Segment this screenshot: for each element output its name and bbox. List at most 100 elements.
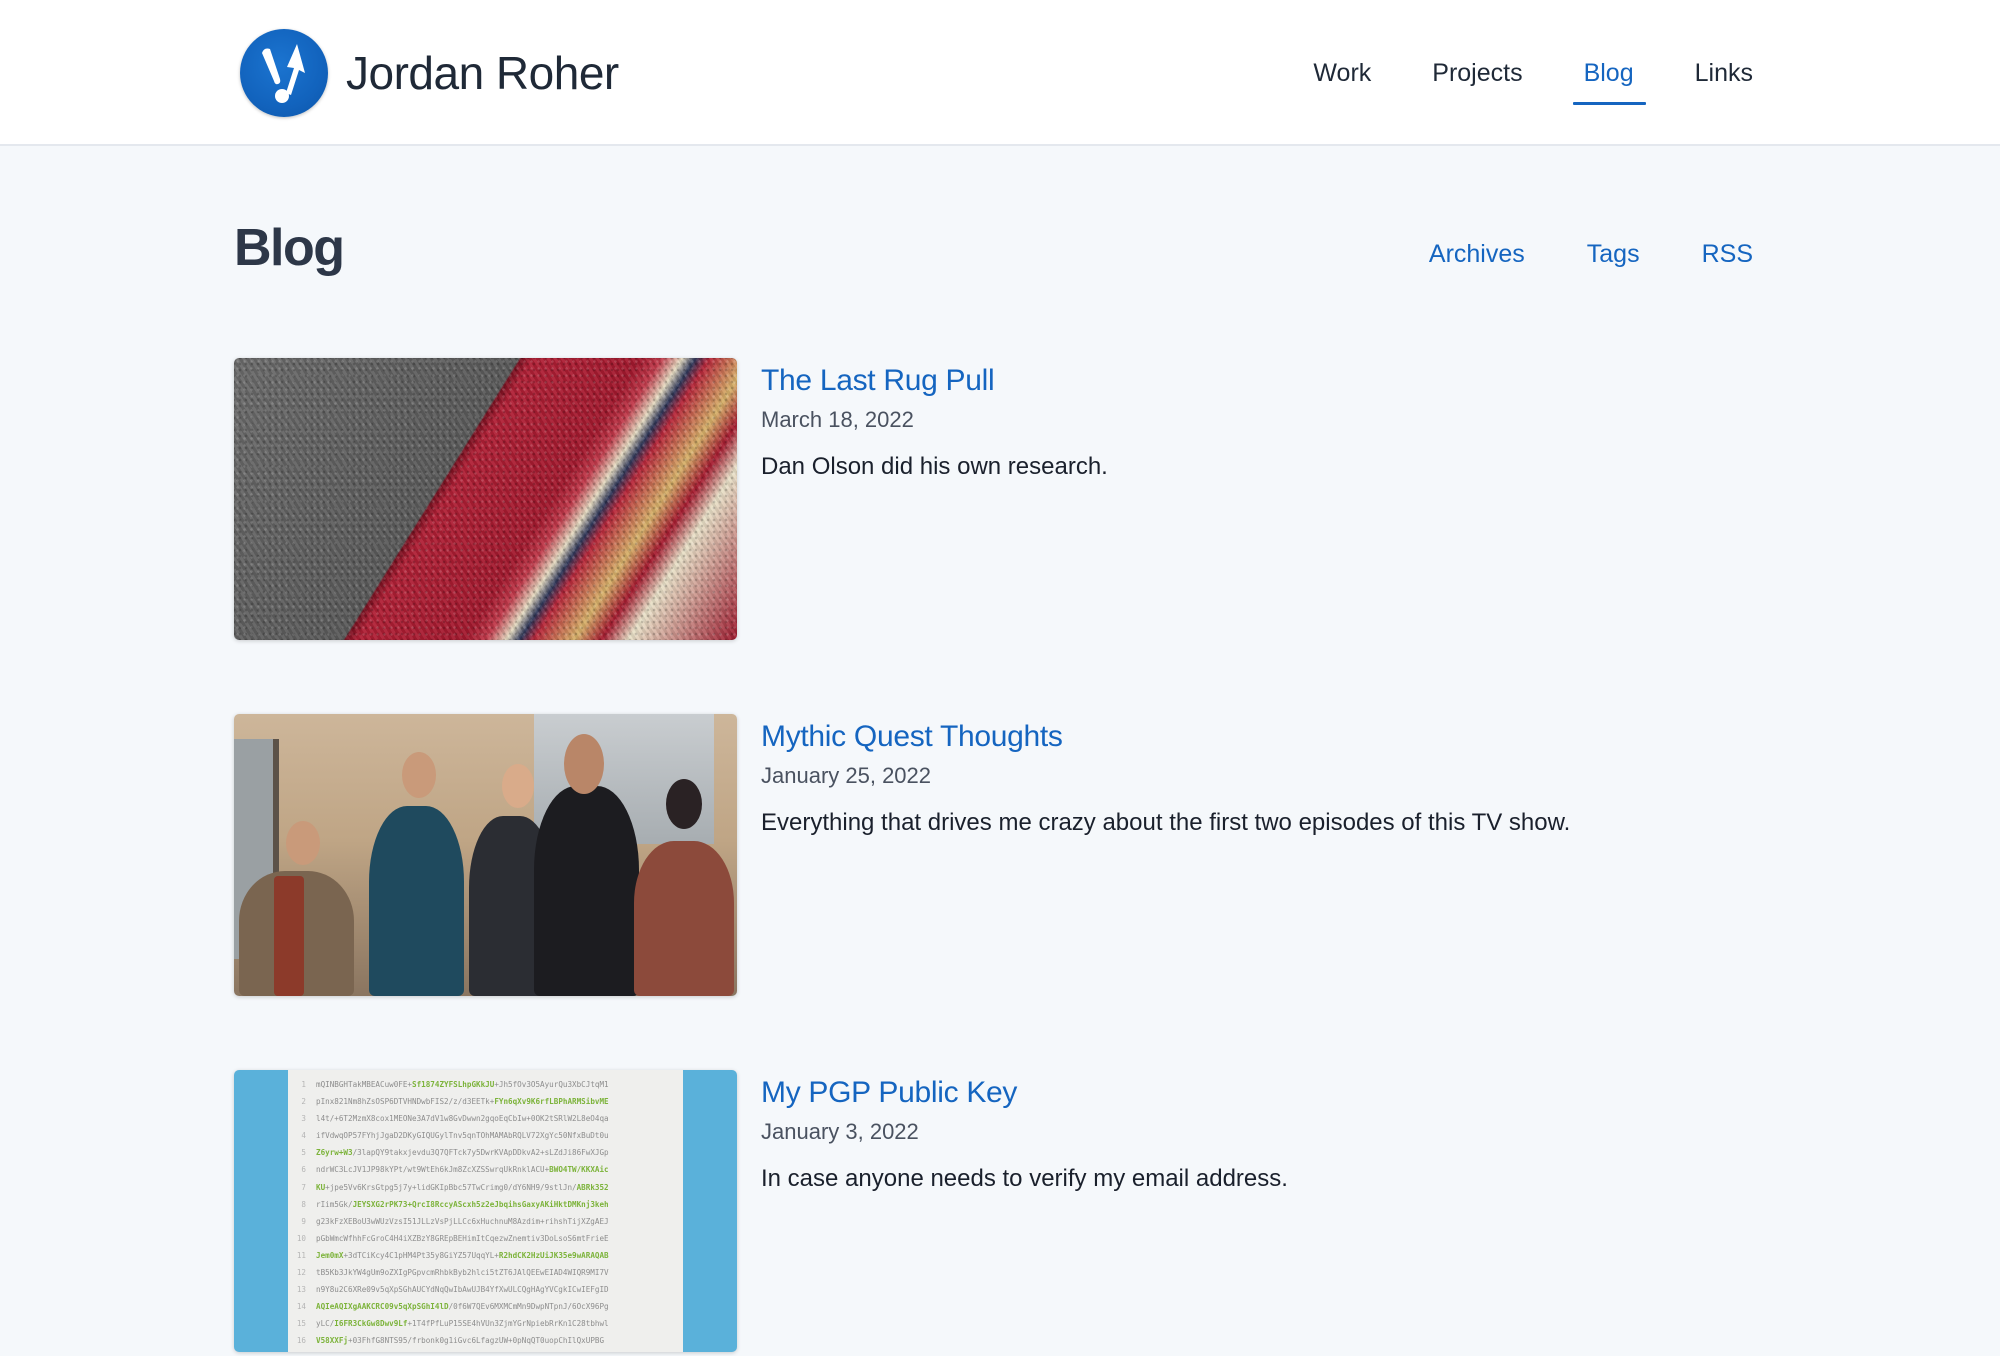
subnav-archives-link[interactable]: Archives [1429,234,1525,274]
highlighted-code: AQIeAQIXgAAKCRC09v5qXpSGhI4lD [316,1302,449,1312]
post-body: My PGP Public Key January 3, 2022 In cas… [761,1070,1288,1195]
code-text: /3lapQY9takxjevdu3Q7QFTck7y5DwrKVApDDkvA… [352,1148,609,1158]
highlighted-code: I6FR3CkGw8Dwv9Lf [334,1319,408,1329]
code-text: l4t/+6T2MzmX8cox1MEONe3A7dV1w8GvDwwn2gqo… [316,1114,609,1124]
line-number: 8 [301,1199,306,1209]
subnav-tags-link[interactable]: Tags [1587,234,1640,274]
code-line: 7 KU+jpe5Vv6KrsGtpg5j7y+lidGKIpBbc57TwCri… [288,1179,683,1196]
code-line: 10 pGbWmcWfhhFcGroC4H4iXZBzY8GREpBEHimItC… [288,1230,683,1247]
nav-item-links[interactable]: Links [1695,50,1753,96]
code-line: 12 tB5Kb3JkYW4gUm9oZXIgPGpvcmRhbkByb2hlci… [288,1264,683,1281]
code-text: pInx821Nm8hZsOSP6DTVHNDwbFIS2/z/d3EETk+ [316,1097,495,1107]
post-body: The Last Rug Pull March 18, 2022 Dan Ols… [761,358,1108,483]
post-date: March 18, 2022 [761,407,914,432]
person-figure [634,841,734,996]
code-line: 8 rIim5Gk/JEYSXG2rPK73+QrcI8RccyAScxh5z2e… [288,1196,683,1213]
person-head [286,821,320,865]
code-line: 1 mQINBGHTakMBEACuw0FE+Sf1874ZYFSLhpGKkJU… [288,1076,683,1093]
code-text: +03FhfG8NTS95/frbonk0g1iGvc6LfagzUW+0pNq… [348,1336,605,1346]
highlighted-code: Sf1874ZYFSLhpGKkJU [412,1080,495,1089]
person-figure [369,806,464,996]
nav-item-projects[interactable]: Projects [1432,50,1522,96]
highlighted-code: BWO4TW/KKXAic [549,1165,609,1175]
code-line: 5 Z6yrw+W3/3lapQY9takxjevdu3Q7QFTck7y5Dwr… [288,1144,683,1161]
code-line: 6 ndrWC3LcJV1JP98kYPt/wt9WtEh6kJm8ZcXZSSw… [288,1161,683,1178]
code-line: 13 n9Y8u2C6XRe09v5qXpSGhAUCYdNqQwIbAwUJB4… [288,1281,683,1298]
highlighted-code: Z6yrw+W3 [316,1148,353,1158]
code-line: 9 g23kFzXEBoU3wWUzVzsI51JLLzVsPjLLCc6xHuc… [288,1213,683,1230]
rug-texture [234,358,737,640]
subnav-rss-link[interactable]: RSS [1702,234,1753,274]
code-line: 14 AQIeAQIXgAAKCRC09v5qXpSGhI4lD/0f6W7QEv… [288,1298,683,1315]
highlighted-code: R2hdCK2HzUiJK35e9wARAQAB [498,1250,609,1260]
line-number: 3 [301,1114,306,1124]
code-text: ifVdwqOP57FYhjJgaD2DKyGIQUGylTnv5qnTOhMA… [316,1131,609,1141]
exclamation-cursor-logo-icon [240,29,328,117]
post-title-link[interactable]: The Last Rug Pull [761,361,1108,401]
nav-item-blog[interactable]: Blog [1572,50,1646,105]
line-number: 16 [296,1336,306,1346]
code-text: /0f6W7QEv6MXMCmMn9DwpNTpnJ/6OcX96Pg [448,1302,609,1312]
line-number: 10 [296,1233,306,1243]
person-figure [534,786,639,996]
line-number: 2 [301,1097,306,1107]
main-nav: Work Projects Blog Links [1252,50,1753,105]
post-item: 1 mQINBGHTakMBEACuw0FE+Sf1874ZYFSLhpGKkJU… [234,1070,1764,1352]
line-number: 6 [301,1165,306,1175]
nav-item-work[interactable]: Work [1313,50,1371,96]
post-thumbnail-pgp-code[interactable]: 1 mQINBGHTakMBEACuw0FE+Sf1874ZYFSLhpGKkJU… [234,1070,737,1352]
code-text: mQINBGHTakMBEACuw0FE+ [316,1080,413,1089]
line-number: 5 [301,1148,306,1158]
line-number: 11 [296,1250,306,1260]
highlighted-code: ABRk352 [576,1182,609,1192]
code-text: tB5Kb3JkYW4gUm9oZXIgPGpvcmRhbkByb2hlci5t… [316,1268,609,1278]
person-head [666,779,702,829]
code-text: +Jh5fOv3O5AyurQu3XbCJtqM1 [494,1080,609,1089]
site-name: Jordan Roher [346,47,619,99]
code-panel: 1 mQINBGHTakMBEACuw0FE+Sf1874ZYFSLhpGKkJU… [288,1070,683,1352]
line-number: 14 [296,1302,306,1312]
code-text: rIim5Gk/ [316,1199,353,1209]
code-text: +3dTCiKcy4C1pHM4Pt35y8GiYZ57UqqYL+ [343,1250,499,1260]
post-date: January 25, 2022 [761,763,932,788]
post-date: January 3, 2022 [761,1119,919,1144]
code-line: 4 ifVdwqOP57FYhjJgaD2DKyGIQUGylTnv5qnTOhM… [288,1127,683,1144]
line-number: 1 [301,1080,306,1089]
line-number: 15 [296,1319,306,1329]
person-head [402,752,436,798]
blog-subnav: Archives Tags RSS [1367,234,1753,274]
highlighted-code: JEYSXG2rPK73+QrcI8RccyAScxh5z2eJbqihsGax… [352,1199,609,1209]
post-excerpt: Everything that drives me crazy about th… [761,809,1571,836]
post-item: Mythic Quest Thoughts January 25, 2022 E… [234,714,1764,996]
code-text: +1T4fPfLuP15SE4hVUn3ZjmYGrNpiebRrKn1C28t… [407,1319,609,1329]
highlighted-code: Jem0mX [316,1250,344,1260]
post-excerpt: In case anyone needs to verify my email … [761,1165,1288,1192]
code-line: 2 pInx821Nm8hZsOSP6DTVHNDwbFIS2/z/d3EETk+… [288,1093,683,1110]
line-number: 13 [296,1285,306,1295]
post-item: The Last Rug Pull March 18, 2022 Dan Ols… [234,358,1764,640]
code-line: 15 yLC/I6FR3CkGw8Dwv9Lf+1T4fPfLuP15SE4hVU… [288,1315,683,1332]
line-number: 9 [301,1216,306,1226]
line-number: 12 [296,1268,306,1278]
post-thumbnail-rug-photo[interactable] [234,358,737,640]
code-text: yLC/ [316,1319,335,1329]
line-number: 4 [301,1131,306,1141]
post-body: Mythic Quest Thoughts January 25, 2022 E… [761,714,1570,839]
post-excerpt: Dan Olson did his own research. [761,453,1108,480]
code-text: ndrWC3LcJV1JP98kYPt/wt9WtEh6kJm8ZcXZSSwr… [316,1165,550,1175]
page-title: Blog [234,219,345,277]
code-text: +jpe5Vv6KrsGtpg5j7y+lidGKIpBbc57TwCrimg0… [325,1182,577,1192]
site-header: Jordan Roher Work Projects Blog Links [0,0,2000,146]
site-brand-link[interactable]: Jordan Roher [240,28,619,118]
highlighted-code: KU [316,1182,326,1192]
person-head [564,734,604,794]
person-head [502,764,534,808]
post-title-link[interactable]: My PGP Public Key [761,1073,1288,1113]
code-line: 3 l4t/+6T2MzmX8cox1MEONe3A7dV1w8GvDwwn2gq… [288,1110,683,1127]
code-text: pGbWmcWfhhFcGroC4H4iXZBzY8GREpBEHimItCqe… [316,1233,609,1243]
code-text: n9Y8u2C6XRe09v5qXpSGhAUCYdNqQwIbAwUJB4Yf… [316,1285,609,1295]
code-line: 16 V58XXFj+03FhfG8NTS95/frbonk0g1iGvc6Lfa… [288,1332,683,1349]
post-title-link[interactable]: Mythic Quest Thoughts [761,717,1570,757]
highlighted-code: FYn6qXv9K6rfLBPhARMSibvME [494,1097,609,1107]
post-thumbnail-tv-cast-photo[interactable] [234,714,737,996]
